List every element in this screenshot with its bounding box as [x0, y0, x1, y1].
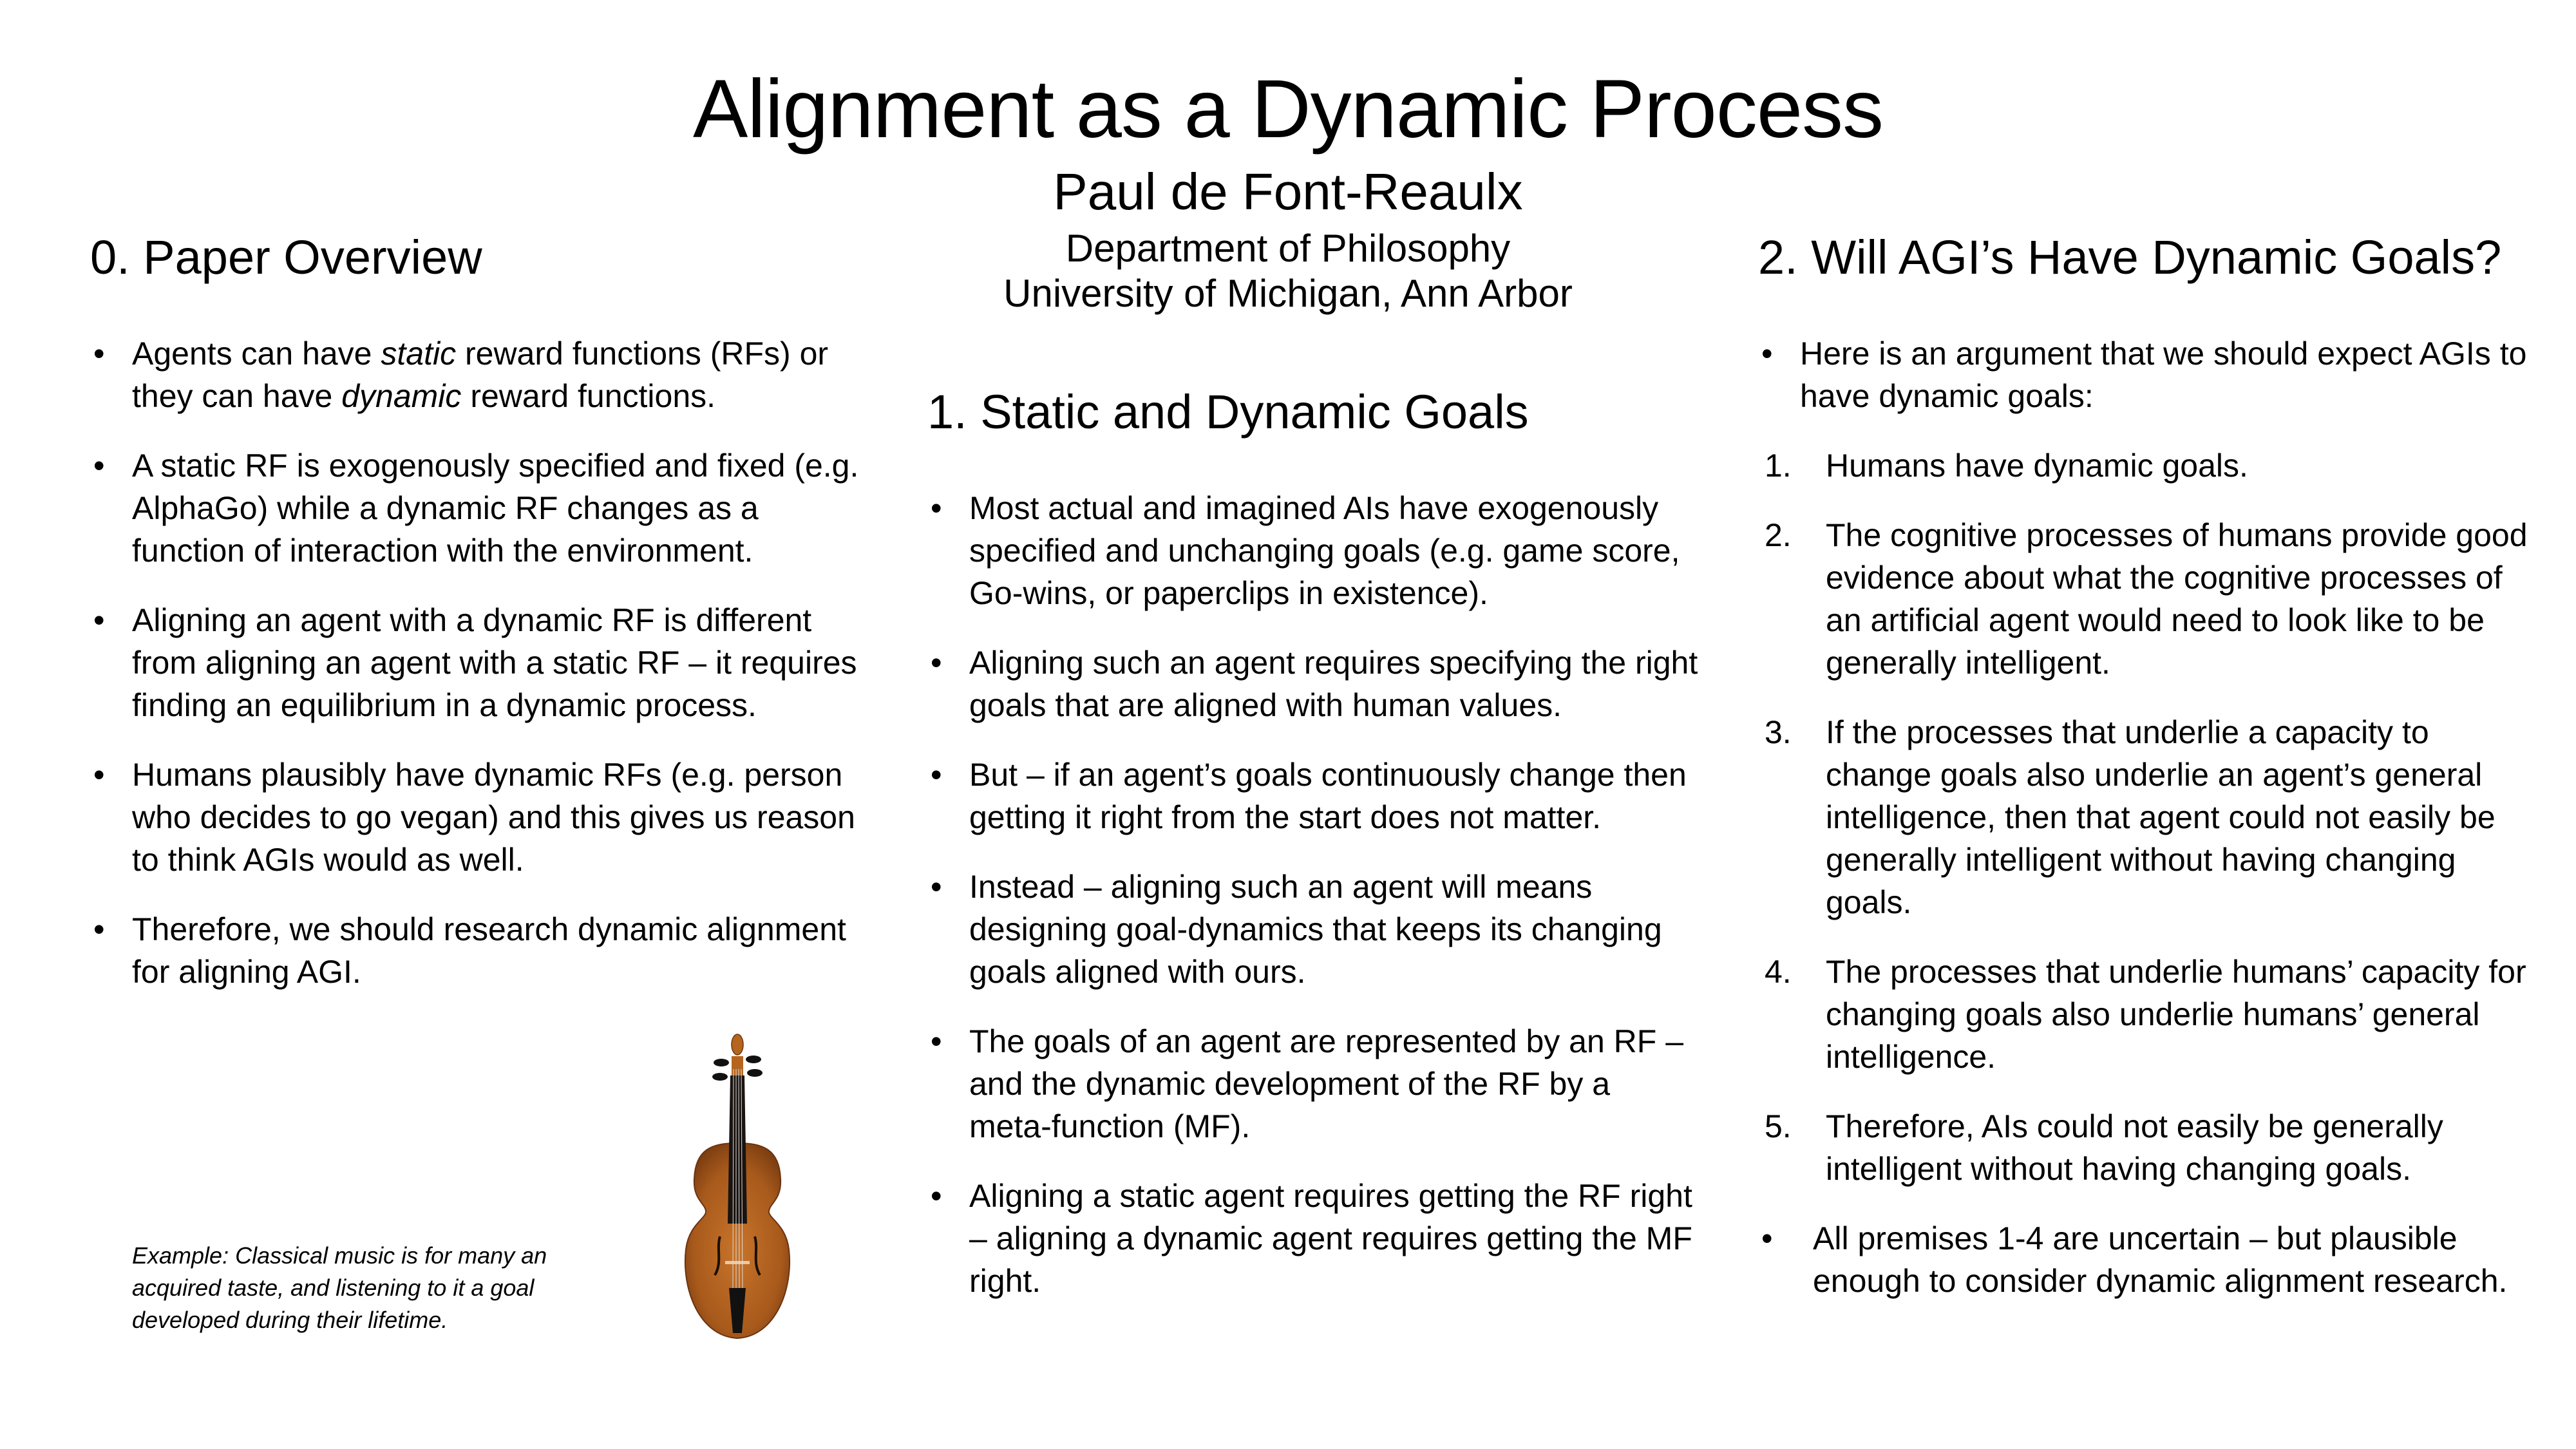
premise-item: 3. If the processes that underlie a capac…: [1758, 711, 2531, 923]
bullet-icon: •: [93, 336, 105, 372]
text-run: A static RF is exogenously specified and…: [132, 448, 859, 569]
bullet-item: • Instead – aligning such an agent will m…: [927, 866, 1700, 993]
section-heading-paper-overview: 0. Paper Overview: [90, 231, 482, 284]
bullet-text: All premises 1-4 are uncertain – but pla…: [1813, 1220, 2508, 1299]
violin-caption: Example: Classical music is for many an …: [132, 1242, 547, 1333]
bullet-text: Therefore, we should research dynamic al…: [132, 911, 846, 990]
bullet-text: But – if an agent’s goals continuously c…: [969, 757, 1687, 835]
premise-text: If the processes that underlie a capacit…: [1826, 714, 2496, 920]
section-heading-static-dynamic-goals: 1. Static and Dynamic Goals: [927, 385, 1529, 439]
bullet-icon: •: [1761, 336, 1773, 372]
bullet-icon: •: [931, 869, 942, 905]
bullet-text: Aligning such an agent requires specifyi…: [969, 645, 1698, 723]
agi-intro-bullets: • Here is an argument that we should expe…: [1758, 332, 2531, 417]
premise-item: 2. The cognitive processes of humans prov…: [1758, 514, 2531, 684]
text-run: Aligning an agent with a dynamic RF is d…: [132, 602, 857, 723]
bullet-icon: •: [931, 1178, 942, 1214]
bullet-text: Humans plausibly have dynamic RFs (e.g. …: [132, 757, 855, 878]
section-heading-agi-dynamic-goals: 2. Will AGI’s Have Dynamic Goals?: [1758, 231, 2502, 284]
premise-item: 5. Therefore, AIs could not easily be gen…: [1758, 1105, 2531, 1190]
bullet-item: • But – if an agent’s goals continuously …: [927, 753, 1700, 838]
bullet-icon: •: [1761, 1220, 1773, 1256]
text-run: Agents can have: [132, 336, 381, 372]
bullet-text: A static RF is exogenously specified and…: [132, 448, 858, 569]
bullet-text: Most actual and imagined AIs have exogen…: [969, 490, 1680, 611]
premise-number: 4.: [1765, 954, 1792, 990]
premise-number: 1.: [1765, 448, 1792, 484]
premise-item: 4. The processes that underlie humans’ ca…: [1758, 951, 2531, 1078]
violin-icon: [685, 1034, 790, 1340]
author-name: Paul de Font-Reaulx: [1053, 163, 1523, 220]
poster-title: Alignment as a Dynamic Process: [692, 63, 1884, 155]
bullet-item: • Aligning such an agent requires specify…: [927, 641, 1700, 726]
bullet-icon: •: [931, 757, 942, 793]
premise-item: 1. Humans have dynamic goals.: [1758, 444, 2531, 487]
bullet-text: Aligning an agent with a dynamic RF is d…: [132, 602, 857, 723]
bullet-icon: •: [93, 602, 105, 638]
paper-overview-bullets: • Agents can have static reward functions…: [90, 332, 863, 993]
bullet-item: • All premises 1-4 are uncertain – but pl…: [1758, 1217, 2531, 1302]
bullet-item: • A static RF is exogenously specified an…: [90, 444, 863, 572]
violin-image: [676, 1030, 799, 1352]
bullet-item: • Aligning a static agent requires gettin…: [927, 1175, 1700, 1302]
agi-dynamic-goals-body: • Here is an argument that we should expe…: [1758, 332, 2531, 1329]
bullet-icon: •: [93, 757, 105, 793]
premise-text: Humans have dynamic goals.: [1826, 448, 2248, 484]
bullet-text: Agents can have static reward functions …: [132, 336, 828, 414]
agi-closing-bullets: • All premises 1-4 are uncertain – but pl…: [1758, 1217, 2531, 1302]
static-dynamic-goals-bullets: • Most actual and imagined AIs have exoge…: [927, 487, 1700, 1302]
bullet-text: Here is an argument that we should expec…: [1800, 336, 2527, 414]
bullet-item: • Humans plausibly have dynamic RFs (e.g.…: [90, 753, 863, 881]
bullet-item: • Most actual and imagined AIs have exoge…: [927, 487, 1700, 614]
premise-number: 2.: [1765, 517, 1792, 553]
bullet-item: • Here is an argument that we should expe…: [1758, 332, 2531, 417]
bullet-icon: •: [93, 448, 105, 484]
premise-text: Therefore, AIs could not easily be gener…: [1826, 1108, 2443, 1187]
emphasized-text: dynamic: [341, 378, 462, 414]
bullet-text: The goals of an agent are represented by…: [969, 1023, 1684, 1144]
bullet-item: • Agents can have static reward functions…: [90, 332, 863, 417]
bullet-icon: •: [931, 490, 942, 526]
bullet-text: Instead – aligning such an agent will me…: [969, 869, 1662, 990]
bullet-item: • Therefore, we should research dynamic a…: [90, 908, 863, 993]
argument-premises: 1. Humans have dynamic goals. 2. The cogni…: [1758, 444, 2531, 1190]
bullet-item: • The goals of an agent are represented b…: [927, 1020, 1700, 1148]
paper-overview-body: • Agents can have static reward functions…: [90, 332, 863, 1020]
bullet-icon: •: [931, 1023, 942, 1059]
text-run: reward functions.: [461, 378, 716, 414]
static-dynamic-goals-body: • Most actual and imagined AIs have exoge…: [927, 487, 1700, 1329]
bullet-item: • Aligning an agent with a dynamic RF is …: [90, 599, 863, 726]
text-run: Therefore, we should research dynamic al…: [132, 911, 846, 990]
emphasized-text: static: [381, 336, 457, 372]
bullet-text: Aligning a static agent requires getting…: [969, 1178, 1692, 1299]
bullet-icon: •: [931, 645, 942, 681]
text-run: Humans plausibly have dynamic RFs (e.g. …: [132, 757, 855, 878]
premise-number: 3.: [1765, 714, 1792, 750]
premise-text: The cognitive processes of humans provid…: [1826, 517, 2528, 681]
premise-number: 5.: [1765, 1108, 1792, 1144]
bullet-icon: •: [93, 911, 105, 947]
premise-text: The processes that underlie humans’ capa…: [1826, 954, 2526, 1075]
